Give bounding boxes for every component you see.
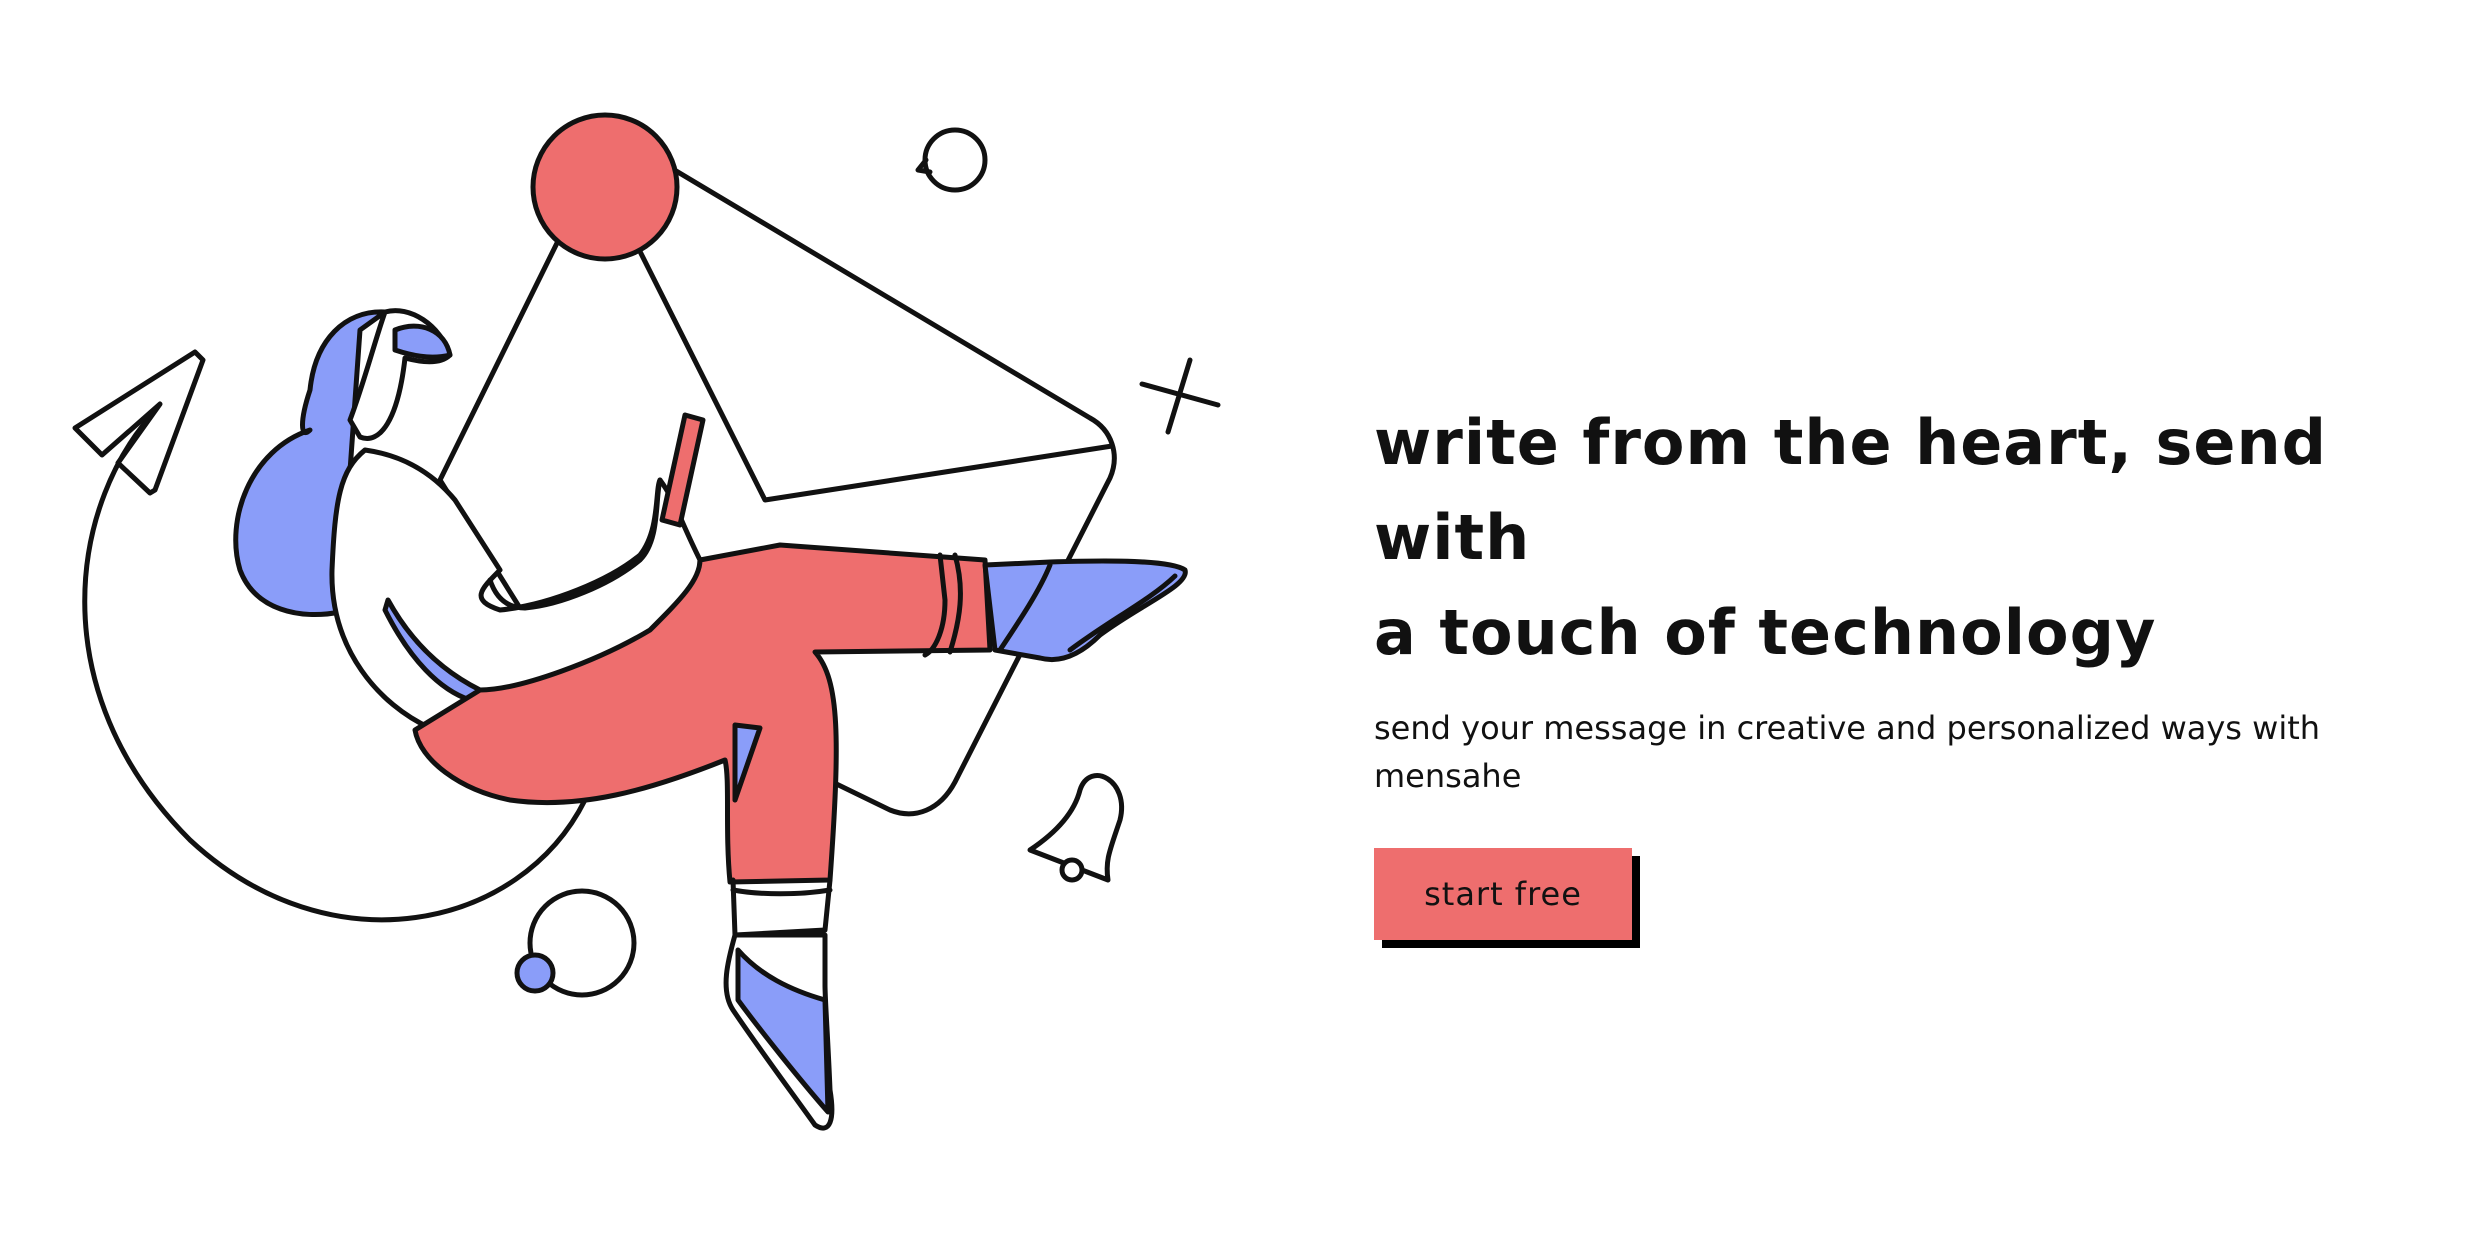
bubble-circles [514,888,637,998]
hero-subtitle: send your message in creative and person… [1374,709,2321,795]
paper-plane-icon [72,349,206,496]
bell-icon [1027,773,1125,883]
sparkle-icon [1139,357,1221,435]
hero-heading-line-2: a touch of technology [1374,596,2157,669]
hero-copy: write from the heart, send with a touch … [1374,395,2434,948]
speech-bubble-icon [915,127,988,193]
coral-circle [530,112,680,262]
hero-heading: write from the heart, send with a touch … [1374,395,2434,680]
start-free-button[interactable]: start free [1374,848,1632,940]
cta-wrapper: start free [1374,848,1640,948]
hero-heading-line-1: write from the heart, send with [1374,406,2327,574]
hero-illustration [72,112,1221,1131]
